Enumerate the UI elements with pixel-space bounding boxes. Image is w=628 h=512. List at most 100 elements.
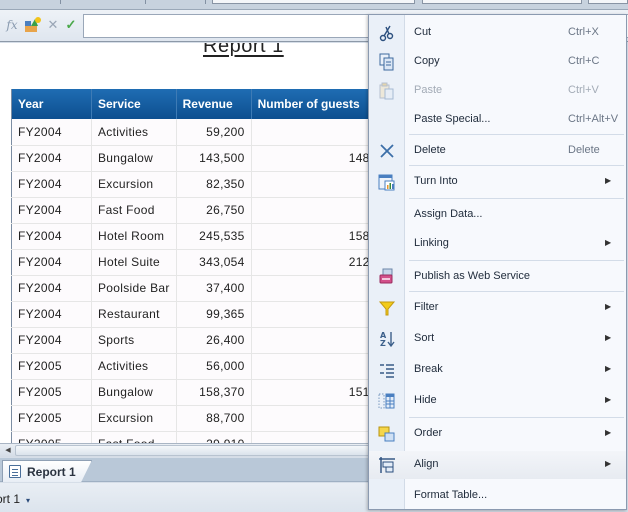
menu-item-linking[interactable]: Linking ▶ (369, 230, 626, 258)
cell-year[interactable]: FY2004 (11, 327, 92, 354)
menu-item-paste[interactable]: Paste Ctrl+V (369, 77, 626, 105)
menu-item-hide[interactable]: Hide ▶ (369, 387, 626, 415)
report-selector-dropdown[interactable]: ort 1 ▾ (0, 492, 30, 506)
cell-service[interactable]: Activities (91, 119, 177, 146)
column-header-guests[interactable]: Number of guests (251, 89, 377, 119)
cell-service[interactable]: Fast Food (91, 431, 177, 443)
toolbar-field[interactable] (422, 0, 582, 4)
table-row[interactable]: FY2005 Activities 56,000 (11, 353, 377, 380)
cell-year[interactable]: FY2004 (11, 145, 92, 172)
table-row[interactable]: FY2005 Bungalow 158,370 151 (11, 379, 377, 406)
scrollbar-thumb[interactable] (15, 445, 375, 456)
toolbar-field[interactable] (212, 0, 415, 4)
cell-guests[interactable] (251, 327, 377, 354)
cell-guests[interactable] (251, 431, 377, 443)
column-header-year[interactable]: Year (11, 89, 92, 119)
cell-year[interactable]: FY2005 (11, 353, 92, 380)
cell-year[interactable]: FY2004 (11, 275, 92, 302)
fx-icon[interactable]: fx (3, 16, 21, 34)
toolbar-field[interactable] (588, 0, 628, 4)
cell-guests[interactable]: 212 (251, 249, 377, 276)
table-row[interactable]: FY2005 Excursion 88,700 (11, 405, 377, 432)
cell-service[interactable]: Bungalow (91, 379, 177, 406)
cell-guests[interactable]: 151 (251, 379, 377, 406)
cell-guests[interactable] (251, 171, 377, 198)
menu-item-turn-into[interactable]: Turn Into ▶ (369, 168, 626, 196)
report-table[interactable]: Year Service Revenue Number of guests FY… (11, 89, 377, 443)
table-row[interactable]: FY2005Fast Food29,910 (11, 431, 377, 443)
cell-guests[interactable] (251, 353, 377, 380)
accept-formula-icon[interactable]: ✓ (62, 16, 80, 34)
cell-revenue[interactable]: 82,350 (176, 171, 252, 198)
cell-year[interactable]: FY2005 (11, 405, 92, 432)
report-title[interactable]: Report 1 (203, 43, 284, 58)
cell-revenue[interactable]: 245,535 (176, 223, 252, 250)
table-row[interactable]: FY2004 Excursion 82,350 (11, 171, 377, 198)
cell-guests[interactable]: 158 (251, 223, 377, 250)
cell-service[interactable]: Activities (91, 353, 177, 380)
table-row[interactable]: FY2004 Bungalow 143,500 148 (11, 145, 377, 172)
cell-revenue[interactable]: 158,370 (176, 379, 252, 406)
cell-year[interactable]: FY2004 (11, 119, 92, 146)
tab-report-1[interactable]: Report 1 (2, 460, 92, 482)
formula-editor-icon[interactable] (24, 16, 42, 34)
cell-year[interactable]: FY2004 (11, 197, 92, 224)
menu-item-publish-as-web-service[interactable]: Publish as Web Service (369, 263, 626, 291)
cell-revenue[interactable]: 99,365 (176, 301, 252, 328)
cell-guests[interactable] (251, 275, 377, 302)
cell-revenue[interactable]: 59,200 (176, 119, 252, 146)
table-row[interactable]: FY2004 Activities 59,200 (11, 119, 377, 146)
cell-revenue[interactable]: 37,400 (176, 275, 252, 302)
table-row[interactable]: FY2004 Sports 26,400 (11, 327, 377, 354)
menu-item-assign-data[interactable]: Assign Data... (369, 201, 626, 229)
column-header-service[interactable]: Service (91, 89, 177, 119)
table-row[interactable]: FY2004 Hotel Suite 343,054 212 (11, 249, 377, 276)
cancel-formula-icon[interactable]: ✕ (44, 16, 62, 34)
cell-service[interactable]: Excursion (91, 171, 177, 198)
cell-service[interactable]: Fast Food (91, 197, 177, 224)
cell-year[interactable]: FY2004 (11, 223, 92, 250)
cell-service[interactable]: Restaurant (91, 301, 177, 328)
cell-service[interactable]: Hotel Room (91, 223, 177, 250)
cell-revenue[interactable]: 343,054 (176, 249, 252, 276)
cell-guests[interactable] (251, 197, 377, 224)
table-row[interactable]: FY2004 Fast Food 26,750 (11, 197, 377, 224)
cell-revenue[interactable]: 88,700 (176, 405, 252, 432)
menu-item-cut[interactable]: Cut Ctrl+X (369, 19, 626, 47)
column-header-revenue[interactable]: Revenue (176, 89, 252, 119)
cell-revenue[interactable]: 56,000 (176, 353, 252, 380)
cell-guests[interactable]: 148 (251, 145, 377, 172)
cell-guests[interactable] (251, 405, 377, 432)
menu-item-copy[interactable]: Copy Ctrl+C (369, 48, 626, 76)
cell-service[interactable]: Sports (91, 327, 177, 354)
cell-year[interactable]: FY2004 (11, 301, 92, 328)
cell-service[interactable]: Bungalow (91, 145, 177, 172)
menu-item-format-table[interactable]: Format Table... (369, 482, 626, 510)
menu-item-paste-special[interactable]: Paste Special... Ctrl+Alt+V (369, 106, 626, 134)
menu-item-label: Turn Into (414, 175, 458, 187)
table-row[interactable]: FY2004 Poolside Bar 37,400 (11, 275, 377, 302)
menu-item-break[interactable]: Break ▶ (369, 356, 626, 384)
table-row[interactable]: FY2004 Hotel Room 245,535 158 (11, 223, 377, 250)
cell-service[interactable]: Hotel Suite (91, 249, 177, 276)
cell-year[interactable]: FY2005 (11, 431, 92, 443)
cell-revenue[interactable]: 26,750 (176, 197, 252, 224)
cell-revenue[interactable]: 26,400 (176, 327, 252, 354)
cell-guests[interactable] (251, 119, 377, 146)
menu-item-align[interactable]: Align ▶ (369, 451, 626, 479)
cell-year[interactable]: FY2005 (11, 379, 92, 406)
menu-item-filter[interactable]: Filter ▶ (369, 294, 626, 322)
cell-revenue[interactable]: 29,910 (176, 431, 252, 443)
cell-service[interactable]: Excursion (91, 405, 177, 432)
menu-item-delete[interactable]: Delete Delete (369, 137, 626, 165)
cell-revenue[interactable]: 143,500 (176, 145, 252, 172)
menu-item-sort[interactable]: A Z Sort ▶ (369, 325, 626, 353)
cell-guests[interactable] (251, 301, 377, 328)
cell-year[interactable]: FY2004 (11, 249, 92, 276)
cell-year[interactable]: FY2004 (11, 171, 92, 198)
scroll-left-arrow-icon[interactable]: ◀ (3, 446, 13, 456)
menu-item-order[interactable]: Order ▶ (369, 420, 626, 448)
horizontal-scrollbar[interactable]: ◀ (0, 443, 380, 457)
table-row[interactable]: FY2004 Restaurant 99,365 (11, 301, 377, 328)
cell-service[interactable]: Poolside Bar (91, 275, 177, 302)
